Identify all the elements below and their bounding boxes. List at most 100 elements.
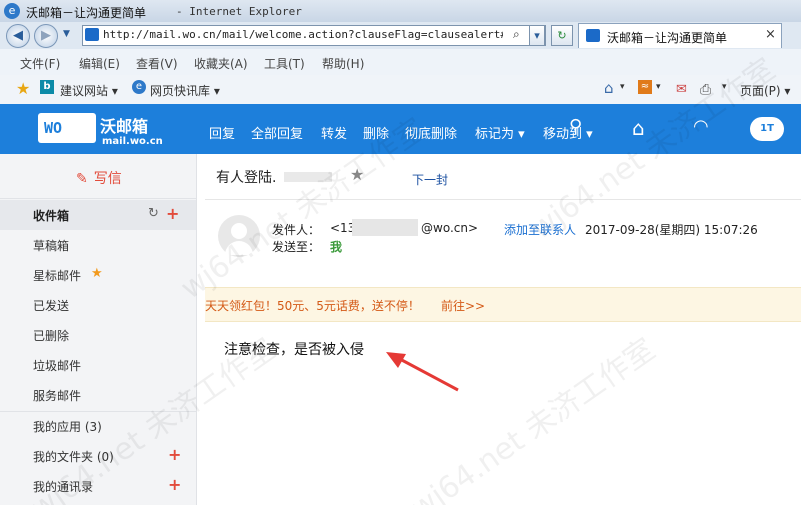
sidebar-item-my-folders[interactable]: 我的文件夹 (0) +	[0, 441, 196, 471]
logo-name: 沃邮箱	[100, 117, 149, 136]
rss-dropdown-icon[interactable]: ▾	[656, 82, 661, 92]
refresh-icon[interactable]: ↻	[551, 25, 573, 46]
mark-as-button[interactable]: 标记为 ▾	[475, 123, 525, 142]
reply-button[interactable]: 回复	[209, 123, 235, 142]
sidebar-item-label: 草稿箱	[33, 239, 70, 253]
menu-edit[interactable]: 编辑(E)	[79, 55, 120, 72]
avatar-head	[231, 223, 247, 239]
menu-help[interactable]: 帮助(H)	[322, 55, 364, 72]
redacted-block	[284, 172, 332, 182]
print-dropdown-icon[interactable]: ▾	[722, 82, 727, 92]
window-titlebar: e 沃邮箱－让沟通更简单 - Internet Explorer	[0, 0, 801, 23]
promo-bar: 天天领红包！50元、5元话费，送不停！ 前往>>	[205, 287, 801, 322]
redacted-block	[352, 219, 418, 236]
suggested-sites-link[interactable]: 建议网站 ▾	[60, 82, 118, 99]
address-url[interactable]: http://mail.wo.cn/mail/welcome.action?cl…	[103, 28, 503, 41]
forward-button[interactable]: ▶	[34, 24, 58, 48]
back-button[interactable]: ◀	[6, 24, 30, 48]
sidebar-item-service[interactable]: 服务邮件	[0, 380, 196, 410]
sidebar-item-label: 我的文件夹 (0)	[33, 450, 114, 464]
annotation-arrow-icon	[386, 352, 459, 392]
recipient-label: 发送至：	[272, 240, 321, 254]
move-to-button[interactable]: 移动到 ▾	[543, 123, 593, 142]
sidebar-item-my-apps[interactable]: 我的应用 (3)	[0, 411, 196, 441]
rss-icon[interactable]: ≈	[638, 80, 652, 94]
next-mail-link[interactable]: 下一封	[412, 171, 448, 188]
history-dropdown-icon[interactable]: ▼	[63, 29, 70, 39]
sidebar-item-label: 我的通讯录	[33, 480, 94, 494]
window-title-suffix: - Internet Explorer	[176, 5, 302, 18]
logo-domain: mail.wo.cn	[102, 136, 163, 147]
tab-close-icon[interactable]: ×	[765, 27, 776, 42]
plus-icon[interactable]: +	[166, 204, 179, 223]
add-contact-link[interactable]: 添加至联系人	[504, 221, 576, 238]
sidebar-item-label: 星标邮件	[33, 269, 82, 283]
ie-logo-icon: e	[4, 3, 20, 19]
web-slice-link[interactable]: 网页快讯库 ▾	[150, 82, 220, 99]
cloud-storage-icon[interactable]: 1T	[750, 117, 784, 141]
mail-read-icon[interactable]: ✉	[676, 82, 687, 97]
mail-body: 注意检查，是否被入侵	[224, 342, 364, 358]
search-mail-icon[interactable]: ⚲	[569, 116, 582, 137]
divider	[205, 199, 801, 200]
avatar	[218, 215, 260, 257]
pen-icon: ✎	[76, 171, 88, 187]
sidebar-item-sent[interactable]: 已发送	[0, 290, 196, 320]
plus-icon[interactable]: +	[168, 475, 181, 494]
star-mail-icon[interactable]: ★	[350, 165, 364, 184]
recipient-value[interactable]: 我	[330, 238, 342, 255]
sidebar-item-label: 已删除	[33, 329, 70, 343]
menu-favorites[interactable]: 收藏夹(A)	[194, 55, 248, 72]
sidebar-item-contacts[interactable]: 我的通讯录 +	[0, 471, 196, 501]
tab-label: 沃邮箱－让沟通更简单	[607, 31, 728, 45]
home-dropdown-icon[interactable]: ▾	[620, 82, 625, 92]
page-menu[interactable]: 页面(P) ▾	[740, 82, 790, 99]
sidebar-item-label: 收件箱	[33, 209, 70, 223]
plus-icon[interactable]: +	[168, 445, 181, 464]
delete-permanent-button[interactable]: 彻底删除	[405, 123, 457, 142]
logo-mark-icon: WO	[38, 113, 96, 143]
print-icon[interactable]: ⎙	[700, 82, 711, 98]
mail-app-header: WO 沃邮箱 mail.wo.cn 回复 全部回复 转发 删除 彻底删除 标记为…	[0, 104, 801, 154]
sender-label: 发件人：	[272, 223, 321, 237]
compose-button[interactable]: ✎ 写信	[76, 168, 122, 188]
address-bar[interactable]: http://mail.wo.cn/mail/welcome.action?cl…	[82, 25, 546, 46]
star-icon: ★	[91, 266, 103, 281]
sidebar-item-starred[interactable]: 星标邮件 ★	[0, 260, 196, 290]
tab-favicon-icon	[586, 29, 600, 42]
sidebar-item-label: 垃圾邮件	[33, 359, 82, 373]
favorites-bar: ★ b 建议网站 ▾ e 网页快讯库 ▾ ⌂ ▾ ≈ ▾ ✉ ⎙ ▾ 页面(P)…	[0, 75, 801, 105]
mail-subject: 有人登陆.	[216, 170, 277, 186]
forward-mail-button[interactable]: 转发	[321, 123, 347, 142]
sidebar-item-label: 已发送	[33, 299, 70, 313]
window-title: 沃邮箱－让沟通更简单	[26, 6, 147, 20]
sidebar-item-label: 服务邮件	[33, 389, 82, 403]
promo-text: 天天领红包！50元、5元话费，送不停！	[205, 299, 420, 313]
browser-tab[interactable]: 沃邮箱－让沟通更简单 ×	[578, 23, 782, 48]
sidebar-item-spam[interactable]: 垃圾邮件	[0, 350, 196, 380]
refresh-inbox-icon[interactable]: ↻	[148, 206, 159, 221]
ie-small-icon: e	[132, 80, 146, 94]
sidebar: ✎ 写信 收件箱 ↻ + 草稿箱 星标邮件 ★ 已发送 已删除 垃圾邮件 服务邮件…	[0, 154, 197, 505]
menu-tools[interactable]: 工具(T)	[264, 55, 305, 72]
sidebar-item-drafts[interactable]: 草稿箱	[0, 230, 196, 260]
menu-view[interactable]: 查看(V)	[136, 55, 178, 72]
search-icon[interactable]: ⌕	[513, 27, 520, 42]
menu-file[interactable]: 文件(F)	[20, 55, 60, 72]
mail-date: 2017-09-28(星期四) 15:07:26	[585, 223, 758, 237]
wifi-rss-icon[interactable]: ◠	[693, 116, 709, 137]
promo-link[interactable]: 前往>>	[441, 297, 485, 314]
favorites-star-icon[interactable]: ★	[16, 79, 30, 98]
home-icon[interactable]: ⌂	[604, 79, 614, 97]
sidebar-item-deleted[interactable]: 已删除	[0, 320, 196, 350]
sender-suffix: @wo.cn>	[421, 221, 479, 235]
sidebar-item-label: 我的应用 (3)	[33, 420, 102, 434]
home-app-icon[interactable]: ⌂	[632, 116, 645, 140]
reply-all-button[interactable]: 全部回复	[251, 123, 303, 142]
avatar-body	[225, 241, 253, 255]
sidebar-item-inbox[interactable]: 收件箱 ↻ +	[0, 200, 196, 230]
address-row: ◀ ▶ ▼ http://mail.wo.cn/mail/welcome.act…	[0, 22, 801, 49]
woemail-logo[interactable]: WO 沃邮箱 mail.wo.cn	[38, 111, 163, 149]
delete-button[interactable]: 删除	[363, 123, 389, 142]
address-dropdown-button[interactable]: ▾	[529, 25, 545, 46]
